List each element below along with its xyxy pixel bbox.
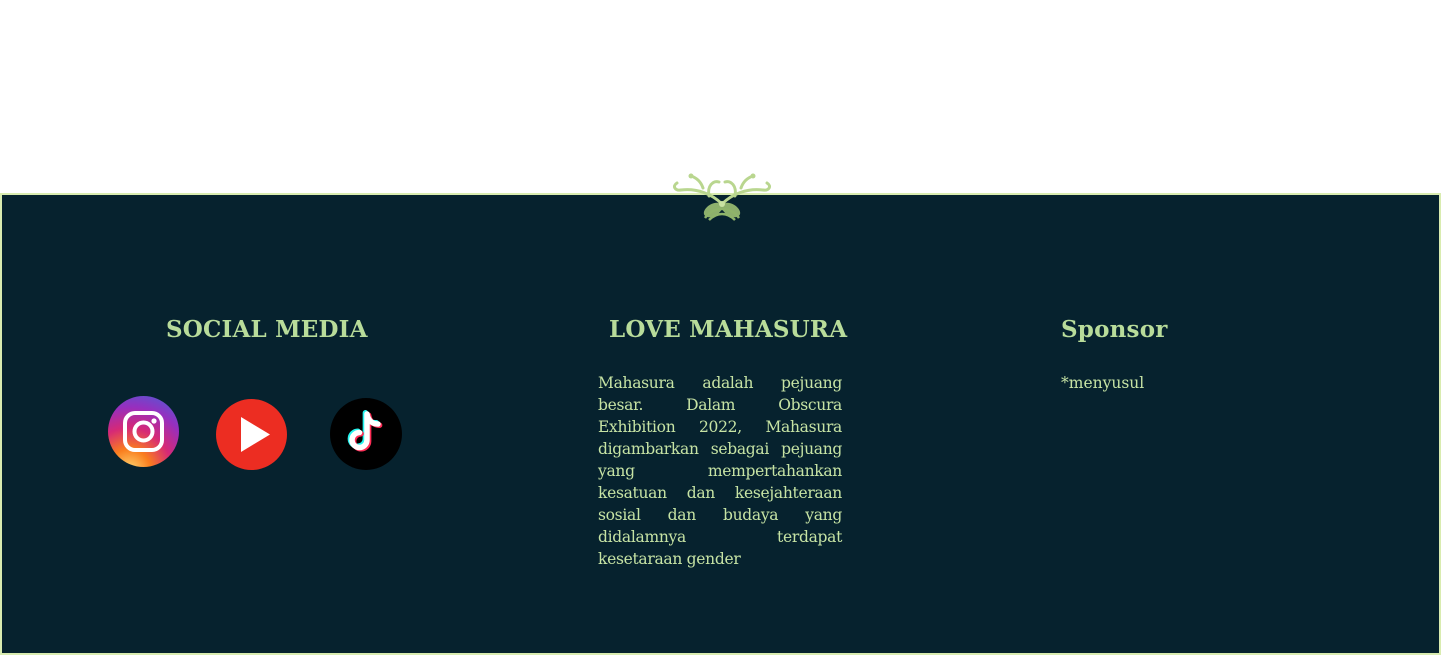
instagram-icon[interactable] <box>107 395 180 468</box>
sponsor-title: Sponsor <box>1061 316 1168 343</box>
tiktok-icon[interactable] <box>329 397 403 471</box>
page-blank-area <box>0 0 1441 193</box>
sponsor-text: *menyusul <box>1061 374 1145 392</box>
floral-ornament-icon <box>667 166 777 224</box>
site-footer: SOCIAL MEDIA LOVE MAHASURA Mahasura adal… <box>0 193 1441 655</box>
social-media-title: SOCIAL MEDIA <box>166 316 368 343</box>
love-mahasura-title: LOVE MAHASURA <box>609 316 848 343</box>
youtube-icon[interactable] <box>215 398 288 471</box>
love-mahasura-description: Mahasura adalah pejuang besar. Dalam Obs… <box>598 374 842 568</box>
